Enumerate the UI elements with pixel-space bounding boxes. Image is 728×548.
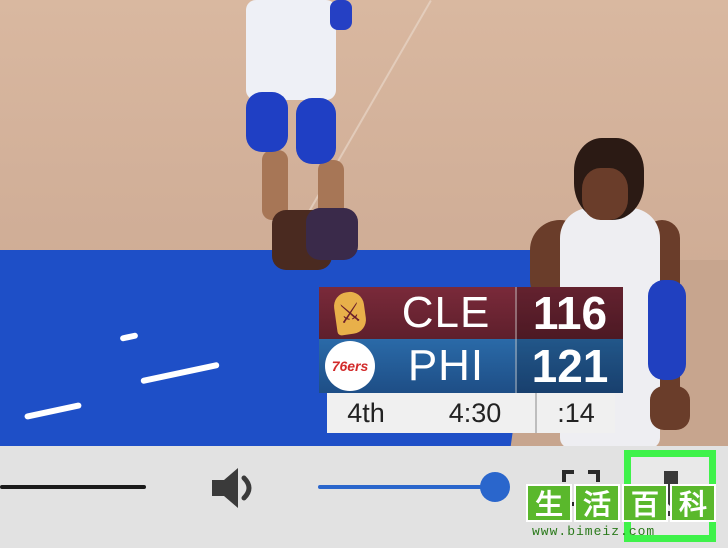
game-clock: 4:30 — [448, 397, 502, 428]
away-team-name: CLE — [401, 288, 491, 337]
shot-clock: :14 — [535, 393, 615, 433]
site-watermark: 生 活 百 科 www.bimeiz.com — [526, 484, 728, 548]
home-team-name: PHI — [407, 341, 485, 390]
cavaliers-logo: ⚔ — [319, 287, 381, 339]
period-label: 4th — [347, 397, 385, 428]
game-clock-bar: 4th 4:30 :14 — [327, 393, 615, 433]
watermark-url: www.bimeiz.com — [532, 524, 656, 539]
76ers-logo: 76ers — [319, 339, 381, 393]
volume-icon[interactable] — [208, 466, 262, 510]
scoreboard: ⚔ CLE 116 76ers PHI 121 4th 4:30 :14 — [319, 287, 623, 433]
volume-slider[interactable] — [318, 485, 494, 489]
away-team-score: 116 — [515, 287, 623, 339]
scoreboard-row-away: ⚔ CLE 116 — [319, 287, 623, 339]
video-frame[interactable]: ⚔ CLE 116 76ers PHI 121 4th 4:30 :14 — [0, 0, 728, 446]
scoreboard-row-home: 76ers PHI 121 — [319, 339, 623, 393]
volume-slider-thumb[interactable] — [480, 472, 510, 502]
home-team-score: 121 — [515, 339, 623, 393]
seek-bar[interactable] — [0, 485, 146, 489]
